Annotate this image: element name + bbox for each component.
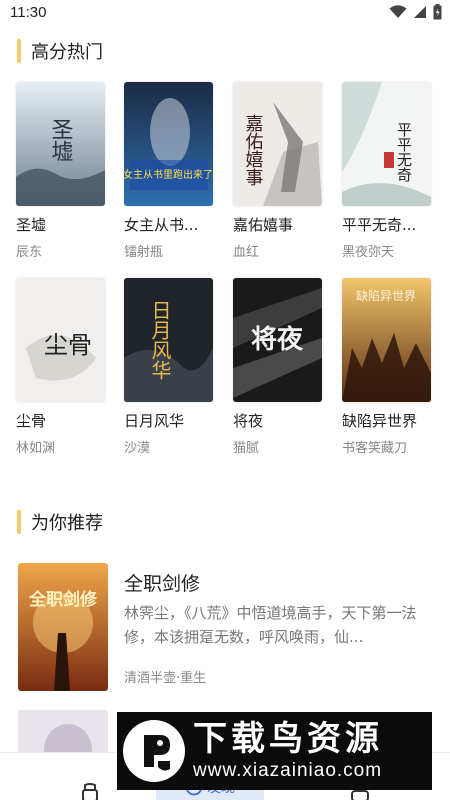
cover-text: 日月风华 — [148, 300, 172, 380]
book-title[interactable]: 缺陷异世界 — [342, 410, 434, 431]
section-header-hot: 高分热门 — [17, 38, 103, 64]
book-card[interactable]: 尘骨 尘骨 林如渊 — [16, 278, 108, 456]
book-author: 镭射瓶 — [124, 245, 164, 260]
cover-text: 嘉佑嬉事 — [243, 114, 264, 186]
nav-bookshelf[interactable] — [70, 753, 110, 800]
book-cover[interactable]: 日月风华 — [124, 278, 213, 402]
book-author: 猫腻 — [233, 441, 260, 456]
book-author: 沙漠 — [124, 441, 151, 456]
cover-text: 缺陷异世界 — [356, 288, 416, 303]
status-bar: 11:30 — [0, 0, 450, 24]
book-cover[interactable]: 嘉佑嬉事 — [233, 82, 322, 206]
book-author: 林如渊 — [16, 441, 56, 456]
book-title[interactable]: 日月风华 — [124, 410, 216, 431]
cover-text: 尘骨 — [44, 331, 92, 359]
book-cover[interactable]: 女主从书里跑出来了 — [124, 82, 213, 206]
book-title[interactable]: 将夜 — [233, 410, 325, 431]
signal-icon — [414, 6, 426, 18]
section-title-hot: 高分热门 — [31, 42, 103, 63]
recommend-title[interactable]: 全职剑修 — [124, 569, 200, 596]
section-accent-bar — [17, 510, 21, 534]
book-title[interactable]: 女主从书... — [124, 214, 216, 235]
recommend-item[interactable]: 全职剑修 全职剑修 林霁尘，《八荒》中悟道境高手，天下第一法修，本该拥趸无数，呼… — [18, 563, 432, 691]
book-author: 黑夜弥天 — [342, 245, 395, 260]
watermark-logo-icon — [123, 720, 185, 782]
section-header-recommend: 为你推荐 — [17, 509, 103, 535]
recommend-cover[interactable]: 全职剑修 — [18, 563, 108, 691]
battery-icon — [433, 4, 442, 20]
cover-text: 女主从书里跑出来了 — [124, 168, 213, 181]
status-icons — [389, 4, 442, 20]
book-author: 血红 — [233, 245, 260, 260]
watermark-url: www.xiazainiao.com — [193, 760, 383, 781]
cover-text: 平平无奇 — [395, 122, 413, 182]
status-time: 11:30 — [10, 3, 47, 21]
book-title[interactable]: 嘉佑嬉事 — [233, 214, 325, 235]
recommend-description: 林霁尘，《八荒》中悟道境高手，天下第一法修，本该拥趸无数，呼风唤雨，仙... — [124, 604, 417, 646]
section-title-recommend: 为你推荐 — [31, 513, 103, 534]
cover-text: 全职剑修 — [28, 589, 98, 610]
book-card[interactable]: 平平无奇 平平无奇... 黑夜弥天 — [342, 82, 434, 260]
book-author: 辰东 — [16, 245, 43, 260]
book-cover[interactable]: 缺陷异世界 — [342, 278, 431, 402]
book-card[interactable]: 缺陷异世界 缺陷异世界 书客笑藏刀 — [342, 278, 434, 456]
book-card[interactable]: 将夜 将夜 猫腻 — [233, 278, 325, 456]
book-card[interactable]: 嘉佑嬉事 嘉佑嬉事 血红 — [233, 82, 325, 260]
cover-text: 将夜 — [251, 324, 304, 355]
watermark-text: 下载鸟资源 www.xiazainiao.com — [193, 719, 383, 783]
recommend-meta: 清酒半壶·重生 — [124, 671, 207, 686]
book-cover[interactable]: 尘骨 — [16, 278, 105, 402]
book-cover[interactable]: 平平无奇 — [342, 82, 431, 206]
book-card[interactable]: 女主从书里跑出来了 女主从书... 镭射瓶 — [124, 82, 216, 260]
book-author: 书客笑藏刀 — [342, 441, 408, 456]
book-title[interactable]: 圣墟 — [16, 214, 108, 235]
book-card[interactable]: 圣墟 圣墟 辰东 — [16, 82, 108, 260]
watermark-title: 下载鸟资源 — [193, 719, 383, 759]
book-title[interactable]: 平平无奇... — [342, 214, 434, 235]
bookshelf-icon — [82, 783, 98, 800]
book-card[interactable]: 日月风华 日月风华 沙漠 — [124, 278, 216, 456]
watermark-banner: 下载鸟资源 www.xiazainiao.com — [117, 712, 432, 790]
section-accent-bar — [17, 39, 21, 63]
book-title[interactable]: 尘骨 — [16, 410, 108, 431]
cover-text: 圣墟 — [48, 118, 74, 162]
book-cover[interactable]: 将夜 — [233, 278, 322, 402]
wifi-icon — [389, 5, 407, 18]
book-cover[interactable]: 圣墟 — [16, 82, 105, 206]
